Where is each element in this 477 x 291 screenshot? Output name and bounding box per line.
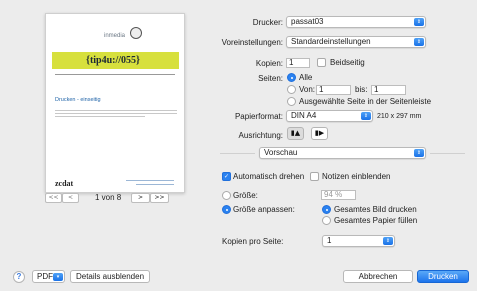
size-radio[interactable] (222, 191, 231, 200)
fit-radio[interactable] (222, 205, 231, 214)
printer-select[interactable]: passat03 ⇕ (286, 16, 426, 28)
pages-per-sheet-chevron-icon: ⇕ (383, 237, 393, 245)
duplex-label: Beidseitig (330, 58, 365, 67)
landscape-icon: ▮▶ (314, 129, 325, 137)
size-label: Größe: (233, 191, 258, 200)
paper-size-label: Papierformat: (234, 112, 283, 121)
preview-logo-mark-icon (130, 27, 142, 39)
fill-paper-label: Gesamtes Papier füllen (334, 216, 418, 225)
pages-all-label: Alle (299, 73, 313, 82)
printer-select-chevron-icon: ⇕ (414, 18, 424, 26)
section-select[interactable]: Vorschau ⇕ (259, 147, 426, 159)
paper-size-chevron-icon: ⇕ (361, 112, 371, 120)
page-indicator: 1 von 8 (95, 193, 122, 202)
pages-from-label: Von: (299, 85, 316, 94)
pages-range-radio[interactable] (287, 85, 296, 94)
pages-from-field[interactable]: 1 (316, 85, 351, 95)
pages-selection-label: Ausgewählte Seite in der Seitenleiste (299, 97, 432, 106)
pages-to-field[interactable]: 1 (371, 85, 406, 95)
portrait-orientation-button[interactable]: ▮▲ (287, 127, 304, 140)
copies-label: Kopien: (255, 59, 283, 68)
hide-details-button[interactable]: Details ausblenden (70, 270, 150, 283)
fit-label: Größe anpassen: (233, 205, 295, 214)
pages-label: Seiten: (258, 74, 283, 83)
preview-heading: Drucken - einseitig (55, 97, 101, 103)
preview-text-line (55, 113, 177, 114)
printer-label: Drucker: (252, 18, 283, 27)
pages-to-label: bis: (355, 85, 368, 94)
pages-all-radio[interactable] (287, 73, 296, 82)
fit-whole-image-label: Gesamtes Bild drucken (334, 205, 417, 214)
size-field[interactable]: 94 % (321, 190, 356, 200)
pages-selection-radio[interactable] (287, 97, 296, 106)
show-notes-label: Notizen einblenden (322, 172, 391, 181)
preview-text-line (55, 116, 145, 117)
print-button[interactable]: Drucken (417, 270, 469, 283)
auto-rotate-label: Automatisch drehen (233, 172, 305, 181)
section-select-chevron-icon: ⇕ (414, 149, 424, 157)
pdf-label: PDF (37, 272, 53, 281)
presets-select[interactable]: Standardeinstellungen ⇕ (286, 36, 426, 48)
pdf-menu-button[interactable]: PDF ▾ (32, 270, 65, 283)
first-page-button[interactable]: << (45, 193, 62, 203)
fill-paper-radio[interactable] (322, 216, 331, 225)
landscape-orientation-button[interactable]: ▮▶ (311, 127, 328, 140)
printer-value: passat03 (291, 17, 324, 26)
cancel-button[interactable]: Abbrechen (343, 270, 413, 283)
presets-label: Voreinstellungen: (221, 38, 283, 47)
pages-per-sheet-value: 1 (327, 236, 332, 245)
preview-footer-logo: zcdat (55, 179, 74, 188)
preview-logo: inmedia (104, 33, 126, 39)
paper-size-value: DIN A4 (291, 111, 317, 120)
next-page-button[interactable]: > (131, 193, 150, 203)
print-preview-page: inmedia {tip4u://055} Drucken - einseiti… (45, 13, 185, 193)
preview-divider (55, 74, 175, 75)
prev-page-button[interactable]: < (62, 193, 79, 203)
orientation-label: Ausrichtung: (238, 131, 283, 140)
last-page-button[interactable]: >> (150, 193, 169, 203)
section-divider-left (220, 153, 255, 154)
pdf-chevron-icon: ▾ (53, 272, 63, 281)
portrait-icon: ▮▲ (290, 129, 301, 137)
duplex-checkbox[interactable] (317, 58, 326, 67)
copies-field[interactable]: 1 (286, 58, 310, 68)
pages-per-sheet-label: Kopien pro Seite: (222, 237, 284, 246)
fit-whole-image-radio[interactable] (322, 205, 331, 214)
section-divider-right (430, 153, 465, 154)
preview-footer-line (136, 184, 174, 185)
paper-dimensions: 210 x 297 mm (377, 113, 422, 120)
paper-size-select[interactable]: DIN A4 ⇕ (286, 110, 373, 122)
presets-select-chevron-icon: ⇕ (414, 38, 424, 46)
presets-value: Standardeinstellungen (291, 37, 371, 46)
preview-footer-line (126, 180, 174, 181)
show-notes-checkbox[interactable] (310, 172, 319, 181)
preview-title: {tip4u://055} (86, 55, 140, 66)
preview-text-line (55, 110, 177, 111)
auto-rotate-checkbox[interactable]: ✓ (222, 172, 231, 181)
section-value: Vorschau (264, 148, 298, 157)
pages-per-sheet-select[interactable]: 1 ⇕ (322, 235, 395, 247)
help-button[interactable]: ? (13, 271, 25, 283)
